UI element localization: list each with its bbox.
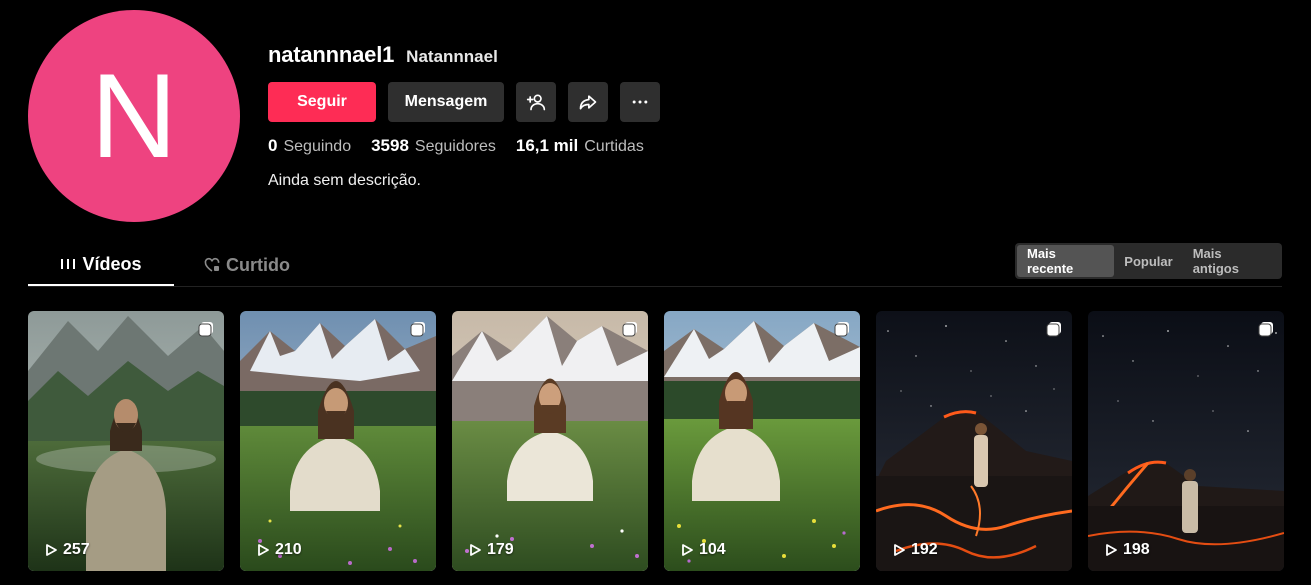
grid-icon xyxy=(61,259,76,269)
profile-stats: 0 Seguindo 3598 Seguidores 16,1 mil Curt… xyxy=(268,136,644,156)
play-icon xyxy=(258,544,269,556)
video-card[interactable]: 192 xyxy=(876,311,1072,571)
follow-button[interactable]: Seguir xyxy=(268,82,376,122)
view-count-value: 192 xyxy=(911,541,938,558)
view-count: 210 xyxy=(256,541,302,559)
view-count: 198 xyxy=(1104,541,1150,559)
video-grid: 257 210 179 104 192 198 xyxy=(28,311,1284,571)
view-count: 192 xyxy=(892,541,938,559)
video-card[interactable]: 198 xyxy=(1088,311,1284,571)
view-count: 179 xyxy=(468,541,514,559)
followers-label: Seguidores xyxy=(414,138,496,155)
view-count-value: 210 xyxy=(275,541,302,558)
video-thumbnail xyxy=(1088,311,1284,571)
video-card[interactable]: 104 xyxy=(664,311,860,571)
sort-selector: Mais recente Popular Mais antigos xyxy=(1015,243,1282,279)
message-button[interactable]: Mensagem xyxy=(388,82,504,122)
multi-image-icon xyxy=(622,322,637,337)
video-thumbnail xyxy=(452,311,648,571)
bio: Ainda sem descrição. xyxy=(268,172,421,189)
sort-recent[interactable]: Mais recente xyxy=(1017,245,1115,277)
likes-label: Curtidas xyxy=(584,138,644,155)
sort-oldest[interactable]: Mais antigos xyxy=(1183,245,1280,277)
video-card[interactable]: 179 xyxy=(452,311,648,571)
add-friend-icon xyxy=(526,94,546,111)
followers-count: 3598 xyxy=(371,136,409,155)
heart-lock-icon xyxy=(204,257,220,272)
play-icon xyxy=(470,544,481,556)
stat-followers[interactable]: 3598 Seguidores xyxy=(371,136,496,156)
multi-image-icon xyxy=(1046,322,1061,337)
video-card[interactable]: 257 xyxy=(28,311,224,571)
play-icon xyxy=(894,544,905,556)
view-count-value: 179 xyxy=(487,541,514,558)
username: natannnael1 xyxy=(268,42,395,67)
tab-videos-label: Vídeos xyxy=(82,253,142,274)
view-count: 104 xyxy=(680,541,726,559)
avatar[interactable]: N xyxy=(28,10,240,222)
sort-popular[interactable]: Popular xyxy=(1114,245,1182,277)
video-card[interactable]: 210 xyxy=(240,311,436,571)
stat-likes: 16,1 mil Curtidas xyxy=(516,136,644,156)
multi-image-icon xyxy=(198,322,213,337)
following-count: 0 xyxy=(268,136,278,155)
add-friend-button[interactable] xyxy=(516,82,556,122)
multi-image-icon xyxy=(1258,322,1273,337)
video-thumbnail xyxy=(876,311,1072,571)
view-count: 257 xyxy=(44,541,90,559)
share-icon xyxy=(579,95,597,110)
stat-following[interactable]: 0 Seguindo xyxy=(268,136,351,156)
view-count-value: 104 xyxy=(699,541,726,558)
name-row: natannnael1 Natannnael xyxy=(268,42,498,68)
play-icon xyxy=(46,544,57,556)
share-button[interactable] xyxy=(568,82,608,122)
likes-count: 16,1 mil xyxy=(515,136,579,155)
view-count-value: 198 xyxy=(1123,541,1150,558)
multi-image-icon xyxy=(834,322,849,337)
view-count-value: 257 xyxy=(63,541,90,558)
profile-page: N natannnael1 Natannnael Seguir Mensagem xyxy=(0,0,1311,585)
video-thumbnail xyxy=(240,311,436,571)
video-thumbnail xyxy=(28,311,224,571)
nickname: Natannnael xyxy=(406,47,498,66)
tab-liked-label: Curtido xyxy=(226,254,290,275)
more-button[interactable] xyxy=(620,82,660,122)
multi-image-icon xyxy=(410,322,425,337)
play-icon xyxy=(682,544,693,556)
play-icon xyxy=(1106,544,1117,556)
following-label: Seguindo xyxy=(283,138,352,155)
tab-videos[interactable]: Vídeos xyxy=(28,244,174,286)
tab-liked[interactable]: Curtido xyxy=(174,244,320,286)
action-buttons: Seguir Mensagem xyxy=(268,82,660,122)
video-thumbnail xyxy=(664,311,860,571)
more-icon xyxy=(632,100,648,104)
